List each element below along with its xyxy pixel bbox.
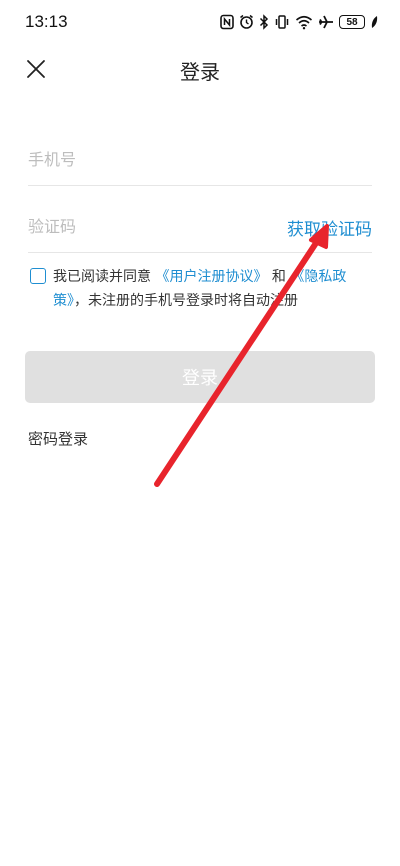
agreement-prefix: 我已阅读并同意 <box>53 269 151 285</box>
header: 登录 <box>0 44 400 94</box>
bluetooth-icon <box>259 14 269 30</box>
login-button[interactable]: 登录 <box>25 351 375 403</box>
nfc-icon <box>220 14 234 30</box>
airplane-icon <box>319 15 333 29</box>
agreement-text: 我已阅读并同意 《用户注册协议》 和 《隐私政策》，未注册的手机号登录时将自动注… <box>53 265 372 313</box>
user-agreement-link[interactable]: 《用户注册协议》 <box>155 269 267 285</box>
agreement-suffix: ，未注册的手机号登录时将自动注册 <box>74 293 298 309</box>
status-time: 13:13 <box>25 12 68 31</box>
wifi-icon <box>295 15 313 30</box>
vibrate-icon <box>275 15 289 29</box>
agreement: 我已阅读并同意 《用户注册协议》 和 《隐私政策》，未注册的手机号登录时将自动注… <box>28 265 372 313</box>
battery-icon: 58 <box>339 15 365 29</box>
code-input[interactable] <box>28 200 278 252</box>
status-icons: 58 <box>220 12 378 32</box>
page-title: 登录 <box>180 60 220 84</box>
status-bar: 13:13 58 <box>0 0 400 44</box>
password-login-link[interactable]: 密码登录 <box>28 428 88 449</box>
agreement-and: 和 <box>271 269 286 285</box>
agree-checkbox[interactable] <box>30 268 46 284</box>
phone-input[interactable] <box>28 133 278 185</box>
phone-field <box>28 133 372 186</box>
code-field: 获取验证码 <box>28 200 372 253</box>
alarm-icon <box>240 14 253 29</box>
get-code-button[interactable]: 获取验证码 <box>287 215 372 240</box>
leaf-icon <box>371 16 378 28</box>
